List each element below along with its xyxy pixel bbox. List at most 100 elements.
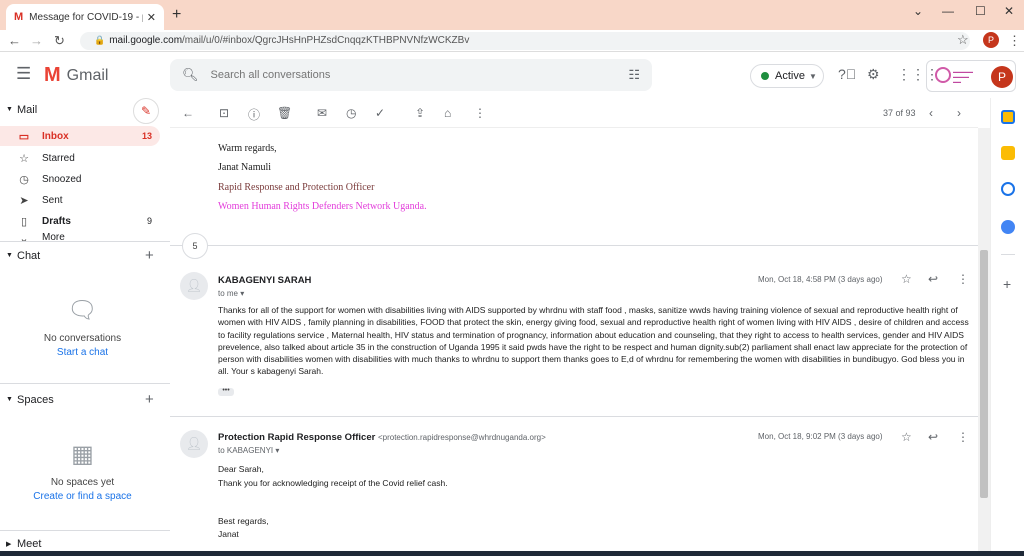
pagination-count: 37 of 93 [883,108,916,118]
show-trimmed-content-button[interactable]: ••• [218,387,234,396]
message-body-line: Thank you for acknowledging receipt of t… [218,478,448,488]
new-tab-button[interactable]: + [172,6,181,24]
reload-icon[interactable]: ↻ [54,33,65,49]
older-chevron-right-icon[interactable]: › [957,106,961,120]
signature-line: Rapid Response and Protection Officer [218,182,375,193]
message-divider [170,416,978,417]
reply-icon[interactable]: ↩ [928,430,938,444]
calendar-icon[interactable] [1001,110,1015,124]
sidebar-item-inbox[interactable]: ▭ Inbox 13 [0,126,160,146]
spaces-empty-text: No spaces yet [50,477,115,488]
message-more-icon[interactable]: ⋮ [957,272,969,286]
main-menu-icon[interactable]: ☰ [16,64,31,84]
browser-menu-icon[interactable]: ⋮ [1008,33,1021,49]
sidebar-item-count: 13 [141,131,152,141]
search-options-icon[interactable]: ☷ [628,67,640,83]
browser-profile-avatar[interactable]: P [983,32,999,48]
recipient-line[interactable]: to me ▾ [218,289,244,298]
recipient-line[interactable]: to KABAGENYI ▾ [218,446,279,455]
reply-icon[interactable]: ↩ [928,272,938,286]
mark-unread-icon[interactable]: ✉ [317,106,327,120]
message-more-icon[interactable]: ⋮ [957,430,969,444]
status-label: Active [775,70,805,82]
label-icon[interactable]: ⌂ [444,106,451,120]
contacts-icon[interactable] [1001,220,1015,234]
chevron-down-icon: ▾ [240,289,245,298]
sender-avatar: 👤︎ [180,430,208,458]
sidebar-item-starred[interactable]: ☆ Starred [0,148,160,168]
sender-line[interactable]: Protection Rapid Response Officer <prote… [218,432,546,443]
delete-icon[interactable]: 🗑︎ [277,106,292,120]
newer-chevron-left-icon[interactable]: ‹ [929,106,933,120]
move-to-icon[interactable]: ⇪ [415,106,425,120]
window-chevron-icon[interactable]: ⌄ [913,4,923,18]
archive-icon[interactable]: ⊡ [219,106,229,120]
caret-down-icon: ▼ [6,252,13,259]
gmail-header: ☰ M Gmail 🔍︎ ☷ Active ▼ ?⃝ ⚙ ⋮⋮⋮ ▬▬▬▬▬▬▬… [0,52,1024,98]
sidebar-item-sent[interactable]: ➤ Sent [0,190,160,210]
tab-close-icon[interactable]: ✕ [147,11,156,24]
sidebar: ▼ Mail ✎ ▭ Inbox 13 ☆ Starred ◷ Snoozed … [0,98,170,556]
keep-icon[interactable] [1001,146,1015,160]
add-to-tasks-icon[interactable]: ✓ [375,106,385,120]
star-icon: ☆ [19,152,29,165]
settings-gear-icon[interactable]: ⚙ [867,66,880,83]
thread-view: Warm regards, Janat Namuli Rapid Respons… [170,128,978,556]
back-icon[interactable]: ← [8,33,21,48]
organization-logo-text: ▬▬▬▬▬ ▬▬▬▬ ▬▬ [953,69,973,84]
sidebar-item-label: Inbox [42,130,69,142]
more-options-icon[interactable]: ⋮ [474,106,486,120]
message-toolbar: ← ⊡ ⓘ 🗑︎ ✉ ◷ ✓ ⇪ ⌂ ⋮ 37 of 93 ‹ › [170,98,978,128]
search-bar[interactable]: 🔍︎ ☷ [170,59,652,91]
add-chat-icon[interactable]: + [145,247,154,264]
caret-right-icon: ▶ [6,541,12,548]
url-field[interactable]: 🔒 mail.google.com/mail/u/0/#inbox/QgrcJHs… [80,32,970,50]
scrollbar-thumb[interactable] [980,250,988,498]
search-input[interactable] [210,69,629,81]
report-spam-icon[interactable]: ⓘ [248,106,260,123]
tasks-icon[interactable] [1001,182,1015,196]
snooze-icon[interactable]: ◷ [346,106,356,120]
compose-pencil-icon[interactable]: ✎ [133,98,159,124]
message-body: Thanks for all of the support for women … [218,305,969,377]
caret-down-icon: ▼ [6,106,13,113]
start-chat-link[interactable]: Start a chat [0,347,165,358]
window-close-icon[interactable]: ✕ [1004,4,1014,18]
sidebar-item-label: Snoozed [42,173,82,185]
star-icon[interactable]: ☆ [901,430,912,444]
chevron-down-icon: ▾ [275,446,280,455]
help-icon[interactable]: ?⃝ [838,66,856,82]
status-dot-icon [761,72,769,80]
spaces-empty-state: ▦ No spaces yet Create or find a space [0,440,165,502]
sidebar-divider [0,241,170,242]
caret-down-icon: ▼ [6,396,13,403]
organization-logo-box[interactable]: ▬▬▬▬▬ ▬▬▬▬ ▬▬ P [926,60,1016,92]
chevron-down-icon: ▼ [808,71,817,81]
recipient-text: to me [218,289,239,298]
back-to-inbox-icon[interactable]: ← [182,106,194,120]
create-space-link[interactable]: Create or find a space [0,491,165,502]
search-icon[interactable]: 🔍︎ [182,67,199,83]
sidebar-divider [0,530,170,531]
thread-divider [170,245,978,246]
meet-section-label: Meet [17,538,42,550]
account-avatar[interactable]: P [991,66,1013,88]
add-space-icon[interactable]: + [145,391,154,408]
spaces-section-label: Spaces [17,394,54,406]
gmail-logo[interactable]: M Gmail [44,64,108,87]
add-addon-icon[interactable]: + [1003,276,1011,292]
spaces-grid-icon: ▦ [71,441,94,468]
collapsed-messages-count[interactable]: 5 [182,233,208,259]
status-dropdown[interactable]: Active ▼ [750,64,824,88]
bookmark-star-icon[interactable]: ☆ [957,32,969,48]
sender-name[interactable]: KABAGENYI SARAH [218,275,311,286]
lock-icon: 🔒 [94,35,106,45]
minimize-icon[interactable]: — [942,4,954,18]
sidebar-item-drafts[interactable]: ▯ Drafts 9 [0,211,160,231]
star-icon[interactable]: ☆ [901,272,912,286]
browser-tab[interactable]: M Message for COVID-19 - protec ✕ [6,4,164,30]
maximize-icon[interactable]: ☐ [975,4,986,18]
sidebar-item-label: Starred [42,152,75,164]
forward-icon[interactable]: → [30,33,43,48]
sidebar-item-snoozed[interactable]: ◷ Snoozed [0,169,160,189]
